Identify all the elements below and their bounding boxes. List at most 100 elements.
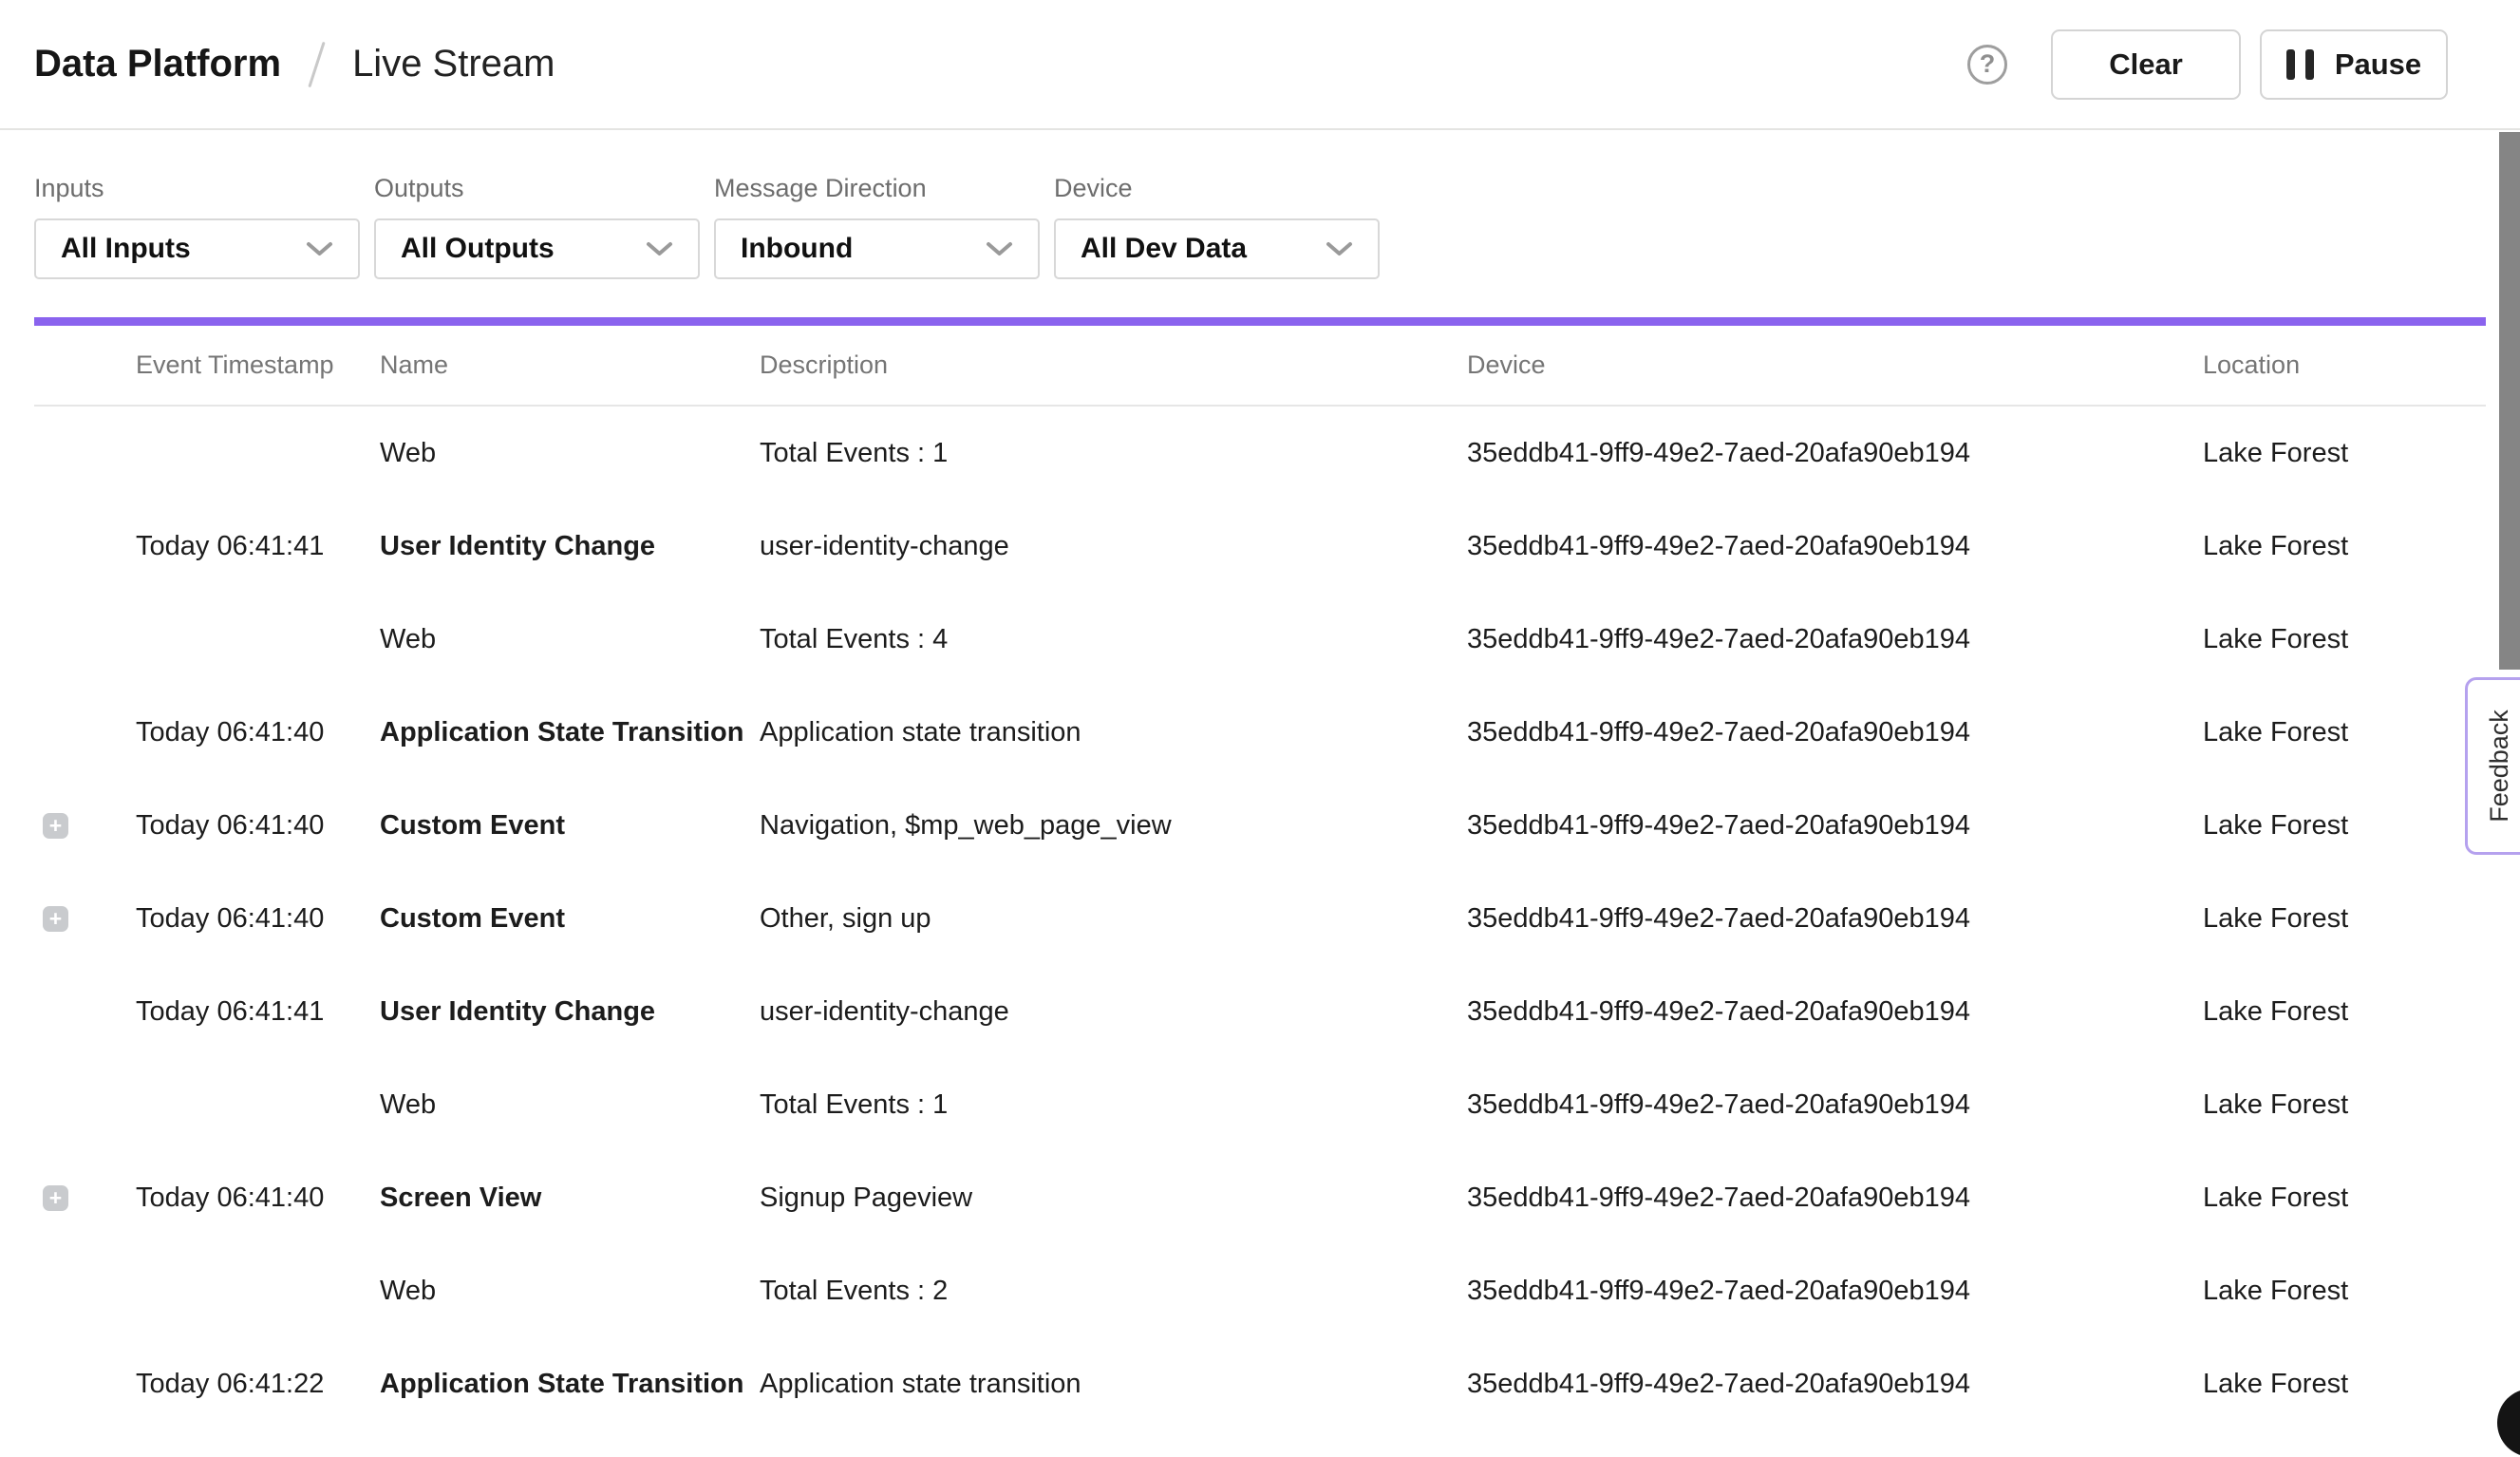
event-name: Web — [380, 624, 760, 655]
table-row[interactable]: Today 06:41:40Application State Transiti… — [34, 686, 2486, 779]
filters-bar: Inputs All Inputs Outputs All Outputs Me… — [0, 174, 2520, 279]
table-row[interactable]: WebTotal Events : 435eddb41-9ff9-49e2-7a… — [34, 593, 2486, 686]
event-location: Lake Forest — [2203, 996, 2486, 1028]
inputs-select[interactable]: All Inputs — [34, 218, 360, 279]
chat-launcher-button[interactable] — [2497, 1389, 2520, 1457]
filter-inputs-label: Inputs — [34, 174, 360, 203]
event-name: Web — [380, 1089, 760, 1121]
table-body: WebTotal Events : 135eddb41-9ff9-49e2-7a… — [34, 407, 2486, 1430]
event-location: Lake Forest — [2203, 531, 2486, 562]
event-name: User Identity Change — [380, 531, 760, 562]
event-description: Total Events : 1 — [760, 438, 1467, 469]
event-description: user-identity-change — [760, 531, 1467, 562]
event-location: Lake Forest — [2203, 624, 2486, 655]
stream-divider — [34, 317, 2486, 326]
event-device: 35eddb41-9ff9-49e2-7aed-20afa90eb194 — [1467, 1089, 2203, 1121]
event-description: Application state transition — [760, 1369, 1467, 1400]
column-header-name: Name — [380, 350, 760, 380]
feedback-tab[interactable]: Feedback — [2465, 677, 2520, 855]
event-name: Custom Event — [380, 903, 760, 935]
event-device: 35eddb41-9ff9-49e2-7aed-20afa90eb194 — [1467, 624, 2203, 655]
expand-icon[interactable]: + — [43, 813, 68, 839]
event-timestamp: Today 06:41:41 — [136, 531, 380, 562]
clear-button[interactable]: Clear — [2051, 29, 2241, 100]
outputs-select[interactable]: All Outputs — [374, 218, 700, 279]
filter-message-direction-label: Message Direction — [714, 174, 1040, 203]
table-row[interactable]: WebTotal Events : 135eddb41-9ff9-49e2-7a… — [34, 407, 2486, 500]
event-name: Application State Transition — [380, 1369, 760, 1400]
event-description: Signup Pageview — [760, 1183, 1467, 1214]
table-row[interactable]: + Today 06:41:40Custom EventOther, sign u… — [34, 872, 2486, 965]
table-row[interactable]: WebTotal Events : 135eddb41-9ff9-49e2-7a… — [34, 1058, 2486, 1151]
filter-inputs: Inputs All Inputs — [34, 174, 360, 279]
event-device: 35eddb41-9ff9-49e2-7aed-20afa90eb194 — [1467, 1276, 2203, 1307]
event-description: Navigation, $mp_web_page_view — [760, 810, 1467, 842]
event-name: Custom Event — [380, 810, 760, 842]
event-location: Lake Forest — [2203, 1183, 2486, 1214]
expand-cell: + — [34, 813, 136, 839]
column-header-location: Location — [2203, 350, 2486, 380]
event-name: Web — [380, 1276, 760, 1307]
expand-icon[interactable]: + — [43, 1185, 68, 1211]
event-device: 35eddb41-9ff9-49e2-7aed-20afa90eb194 — [1467, 438, 2203, 469]
chevron-down-icon — [646, 241, 673, 257]
event-description: user-identity-change — [760, 996, 1467, 1028]
event-location: Lake Forest — [2203, 1369, 2486, 1400]
filter-device: Device All Dev Data — [1054, 174, 1380, 279]
events-table: Event Timestamp Name Description Device … — [34, 326, 2486, 1430]
event-name: Screen View — [380, 1183, 760, 1214]
message-direction-select-value: Inbound — [741, 233, 853, 265]
event-name: User Identity Change — [380, 996, 760, 1028]
event-device: 35eddb41-9ff9-49e2-7aed-20afa90eb194 — [1467, 810, 2203, 842]
table-row[interactable]: WebTotal Events : 235eddb41-9ff9-49e2-7a… — [34, 1244, 2486, 1337]
outputs-select-value: All Outputs — [401, 233, 555, 265]
pause-icon — [2286, 49, 2314, 80]
filter-device-label: Device — [1054, 174, 1380, 203]
table-header-row: Event Timestamp Name Description Device … — [34, 326, 2486, 407]
table-row[interactable]: +Today 06:41:40Screen ViewSignup Pagevie… — [34, 1151, 2486, 1244]
expand-cell: + — [34, 906, 136, 932]
breadcrumb-separator-icon — [308, 41, 325, 86]
event-timestamp: Today 06:41:40 — [136, 810, 380, 842]
message-direction-select[interactable]: Inbound — [714, 218, 1040, 279]
event-device: 35eddb41-9ff9-49e2-7aed-20afa90eb194 — [1467, 717, 2203, 748]
chevron-down-icon — [306, 241, 333, 257]
event-device: 35eddb41-9ff9-49e2-7aed-20afa90eb194 — [1467, 996, 2203, 1028]
table-row[interactable]: Today 06:41:41User Identity Changeuser-i… — [34, 500, 2486, 593]
event-description: Other, sign up — [760, 903, 1467, 935]
breadcrumb: Data Platform Live Stream — [34, 41, 555, 88]
event-description: Total Events : 2 — [760, 1276, 1467, 1307]
pause-button-label: Pause — [2335, 47, 2421, 82]
chevron-down-icon — [1326, 241, 1353, 257]
event-location: Lake Forest — [2203, 1276, 2486, 1307]
table-row[interactable]: Today 06:41:22Application State Transiti… — [34, 1337, 2486, 1430]
event-device: 35eddb41-9ff9-49e2-7aed-20afa90eb194 — [1467, 903, 2203, 935]
scrollbar-thumb[interactable] — [2499, 132, 2520, 670]
chevron-down-icon — [986, 241, 1013, 257]
event-description: Total Events : 4 — [760, 624, 1467, 655]
event-location: Lake Forest — [2203, 1089, 2486, 1121]
event-device: 35eddb41-9ff9-49e2-7aed-20afa90eb194 — [1467, 531, 2203, 562]
pause-button[interactable]: Pause — [2260, 29, 2448, 100]
help-icon[interactable]: ? — [1967, 45, 2007, 85]
event-location: Lake Forest — [2203, 717, 2486, 748]
table-row[interactable]: Today 06:41:41User Identity Changeuser-i… — [34, 965, 2486, 1058]
expand-icon[interactable]: + — [43, 906, 68, 932]
breadcrumb-page-title: Live Stream — [352, 43, 555, 85]
column-header-description: Description — [760, 350, 1467, 380]
breadcrumb-section[interactable]: Data Platform — [34, 43, 281, 85]
event-location: Lake Forest — [2203, 810, 2486, 842]
event-timestamp: Today 06:41:40 — [136, 903, 380, 935]
event-name: Application State Transition — [380, 717, 760, 748]
table-row[interactable]: + Today 06:41:40Custom EventNavigation, $… — [34, 779, 2486, 872]
device-select[interactable]: All Dev Data — [1054, 218, 1380, 279]
event-description: Total Events : 1 — [760, 1089, 1467, 1121]
event-location: Lake Forest — [2203, 903, 2486, 935]
column-header-event-timestamp: Event Timestamp — [136, 350, 380, 380]
event-timestamp: Today 06:41:22 — [136, 1369, 380, 1400]
inputs-select-value: All Inputs — [61, 233, 191, 265]
event-device: 35eddb41-9ff9-49e2-7aed-20afa90eb194 — [1467, 1369, 2203, 1400]
event-timestamp: Today 06:41:40 — [136, 717, 380, 748]
device-select-value: All Dev Data — [1081, 233, 1247, 265]
header-actions: ? Clear Pause — [1967, 29, 2448, 100]
